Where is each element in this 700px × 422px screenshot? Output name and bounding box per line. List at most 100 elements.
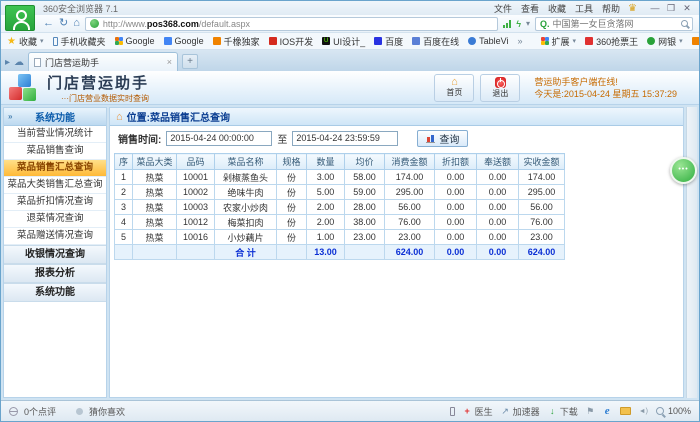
bookmark-item[interactable]: Google [115,36,155,46]
table-cell: 梅菜扣肉 [215,215,277,230]
sidebar-title-text: 系统功能 [35,109,75,124]
date-time-text: 今天是:2015-04-24 星期五 15:37:29 [534,88,677,100]
statusbar-item[interactable] [639,406,648,416]
reviews-globe-icon[interactable] [9,407,18,416]
home-icon[interactable]: ⌂ [73,18,80,29]
statusbar-item[interactable] [586,406,595,416]
back-icon[interactable]: ← [43,18,54,29]
bookmarks-bar: ★收藏▾ 手机收藏夹 Google Google 千橡独家 IOS开发 UUI设计_ 百度百度… [1,33,699,50]
search-icon[interactable] [681,20,688,27]
sidebar-item[interactable]: 菜品赠送情况查询 [4,228,106,245]
bookmark-label: 网银 [658,35,676,48]
bookmark-item[interactable]: IOS开发 [269,35,314,48]
sidebar-section-title[interactable]: » 系统功能 [4,108,106,126]
sidebar-item[interactable]: 菜品销售查询 [4,143,106,160]
bookmark-item[interactable]: Google [164,36,204,46]
table-cell: 小炒藕片 [215,230,277,245]
bookmark-label: 百度 [385,35,403,48]
bookmark-item[interactable]: 翻译▾ [692,35,699,48]
url-field[interactable]: http://www.pos368.com/default.aspx [85,17,498,31]
date-to-input[interactable] [292,131,398,146]
statusbar-item[interactable]: 医生 [463,405,493,418]
tab-close-icon[interactable]: × [167,57,172,67]
bookmark-item[interactable]: ★收藏▾ [7,35,44,48]
new-tab-button[interactable]: + [182,54,198,69]
title-bar: 360安全浏览器 7.1 文件查看收藏工具帮助 ♛ — ❒ ✕ [1,1,699,15]
bookmark-item[interactable]: UUI设计_ [322,35,365,48]
statusbar-item-label: 加速器 [513,405,540,418]
session-restore-icon[interactable]: ▸ [5,57,10,68]
restore-button[interactable]: ❒ [663,3,679,14]
statusbar-item[interactable] [603,406,612,416]
refresh-icon[interactable]: ↻ [59,18,68,29]
statusbar-item[interactable]: 加速器 [501,405,540,418]
customer-service-float-button[interactable] [670,157,697,184]
table-cell: 3 [115,200,133,215]
sidebar-item[interactable]: 退菜情况查询 [4,211,106,228]
bookmark-item[interactable]: 扩展▾ [541,35,577,48]
content-panel: ⌂ 位置:菜品销售汇总查询 销售时间: 至 查询 序菜品大 [109,107,684,398]
table-cell: 1 [115,170,133,185]
minimize-button[interactable]: — [647,3,663,13]
table-cell: 0.00 [435,200,477,215]
column-header: 折扣额 [435,154,477,170]
column-header: 序 [115,154,133,170]
bookmarks-overflow-icon[interactable]: » [518,36,523,46]
sidebar-item[interactable]: 菜品销售汇总查询 [4,160,106,177]
menubar-item[interactable]: 收藏 [548,2,566,15]
sidebar-item[interactable]: 当前营业情况统计 [4,126,106,143]
cloud-sync-icon[interactable]: ☁ [14,57,24,68]
sidebar-item[interactable]: 菜品大类销售汇总查询 [4,177,106,194]
home-page-button[interactable]: ⌂ 首页 [434,74,474,102]
search-input[interactable] [553,19,678,29]
bookmark-item[interactable]: TableVi [468,36,508,46]
bookmark-item[interactable]: 百度在线 [412,35,459,48]
table-cell: 5.00 [307,185,345,200]
bookmark-item[interactable]: 网银▾ [647,35,683,48]
query-button[interactable]: 查询 [417,130,468,147]
speedup-bolt-icon[interactable]: ϟ [516,19,521,29]
exit-button[interactable]: 退出 [480,74,520,102]
statusbar-item[interactable] [620,407,631,415]
statusbar-item[interactable]: 100% [656,406,691,416]
sidebar-section[interactable]: 系统功能 [4,283,106,302]
statusbar-item[interactable] [450,407,455,416]
column-header: 数量 [307,154,345,170]
menubar-item[interactable]: 文件 [494,2,512,15]
vip-crown-icon[interactable]: ♛ [628,3,637,14]
extensions-icon [541,37,545,41]
bookmark-item[interactable]: 手机收藏夹 [53,35,106,48]
ie-icon [603,406,612,416]
column-header: 菜品大类 [133,154,177,170]
menubar-item[interactable]: 查看 [521,2,539,15]
sidebar-section[interactable]: 报表分析 [4,264,106,283]
user-avatar[interactable] [5,5,35,31]
sidebar-item[interactable]: 菜品折扣情况查询 [4,194,106,211]
close-button[interactable]: ✕ [679,3,695,14]
table-cell: 10002 [177,185,215,200]
statusbar-item-label: 100% [668,406,691,416]
window-title: 360安全浏览器 7.1 [43,2,118,15]
baidu-online-icon [412,37,420,45]
tab-store-assistant[interactable]: 门店营运助手 × [28,52,178,71]
reviews-count[interactable]: 0个点评 [24,405,56,418]
bookmark-label: 360抢票王 [596,35,638,48]
collapse-sidebar-icon[interactable]: » [8,112,12,121]
search-box[interactable]: Q. [535,17,693,31]
power-icon [495,77,506,88]
bookmark-item[interactable]: 百度 [374,35,403,48]
table-cell: 174.00 [385,170,435,185]
sidebar-section[interactable]: 收银情况查询 [4,245,106,264]
statusbar-item[interactable]: 下载 [548,405,578,418]
chevron-down-icon[interactable]: ▾ [526,19,530,28]
date-from-input[interactable] [166,131,272,146]
table-cell: 份 [277,185,307,200]
menubar-item[interactable]: 工具 [575,2,593,15]
network-speed-icon[interactable] [503,20,511,28]
bookmark-item[interactable]: 千橡独家 [213,35,260,48]
bookmark-item[interactable]: 360抢票王 [585,35,638,48]
guess-you-like[interactable]: 猜你喜欢 [89,405,125,418]
menubar-item[interactable]: 帮助 [602,2,620,15]
table-cell: 38.00 [345,215,385,230]
site-icon [213,37,221,45]
